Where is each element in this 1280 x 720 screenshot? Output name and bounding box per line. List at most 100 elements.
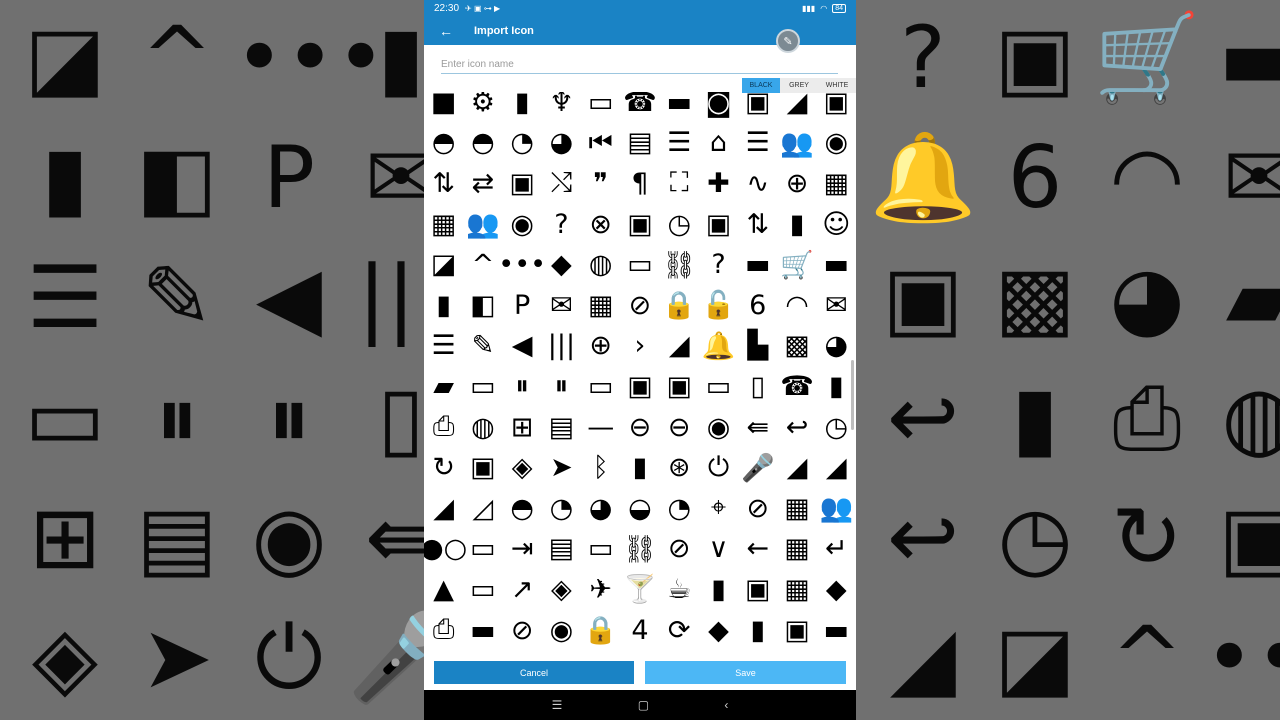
icon-grid-item[interactable]: ↵: [817, 529, 856, 570]
icon-grid-item[interactable]: ✈: [581, 569, 620, 610]
icon-grid-item[interactable]: ⊘: [738, 488, 777, 529]
icon-grid-item[interactable]: ⟳: [660, 610, 699, 651]
icon-grid-item[interactable]: ▬: [738, 650, 777, 654]
icon-grid-item[interactable]: ▣: [463, 447, 502, 488]
icon-grid-item[interactable]: —: [581, 407, 620, 448]
icon-grid-item[interactable]: ◕: [542, 123, 581, 164]
icon-grid-item[interactable]: ◔: [503, 123, 542, 164]
icon-grid-item[interactable]: ◧: [463, 285, 502, 326]
icon-grid-item[interactable]: ¶: [620, 163, 659, 204]
save-button[interactable]: Save: [645, 661, 846, 684]
icon-grid-item[interactable]: ←: [738, 529, 777, 570]
icon-grid-item[interactable]: ▬: [620, 650, 659, 654]
icon-grid-item[interactable]: ☎: [620, 92, 659, 123]
icon-grid-item[interactable]: ▬: [660, 650, 699, 654]
icon-grid-item[interactable]: ◠: [777, 285, 816, 326]
icon-grid-item[interactable]: ›: [620, 326, 659, 367]
icon-grid-item[interactable]: ⊘: [660, 529, 699, 570]
icon-grid-item[interactable]: ⊕: [581, 326, 620, 367]
icon-grid-item[interactable]: ◕: [581, 488, 620, 529]
icon-grid-item[interactable]: ⏮: [581, 123, 620, 164]
arrow-back-icon[interactable]: ←: [424, 23, 468, 39]
icon-grid-item[interactable]: ▬: [542, 650, 581, 654]
icon-grid-item[interactable]: 🎤: [738, 447, 777, 488]
icon-grid-item[interactable]: ☎: [777, 366, 816, 407]
nav-back-icon[interactable]: ‹: [724, 698, 728, 712]
icon-grid-item[interactable]: ◍: [463, 407, 502, 448]
icon-grid-item[interactable]: ▬: [777, 650, 816, 654]
icon-grid-item[interactable]: ♆: [542, 92, 581, 123]
icon-grid-item[interactable]: ▭: [581, 366, 620, 407]
icon-grid-item[interactable]: ◢: [660, 326, 699, 367]
icon-grid-item[interactable]: ▣: [817, 92, 856, 123]
icon-name-input[interactable]: [441, 56, 838, 74]
icon-grid-item[interactable]: ▬: [424, 650, 463, 654]
icon-grid-item[interactable]: ?: [699, 244, 738, 285]
cancel-button[interactable]: Cancel: [434, 661, 634, 684]
icon-grid-item[interactable]: ▙: [738, 326, 777, 367]
icon-grid-item[interactable]: ◓: [424, 123, 463, 164]
icon-grid-item[interactable]: ✉: [817, 285, 856, 326]
icon-grid-item[interactable]: ▭: [699, 366, 738, 407]
icon-grid-item[interactable]: ▭: [463, 366, 502, 407]
icon-grid-item[interactable]: ⌖: [699, 488, 738, 529]
icon-grid-item[interactable]: ▬: [463, 650, 502, 654]
icon-grid-item[interactable]: ⏸: [503, 366, 542, 407]
icon-grid-item[interactable]: 👥: [463, 204, 502, 245]
icon-grid-item[interactable]: ▯: [738, 366, 777, 407]
icon-grid-item[interactable]: ▣: [738, 569, 777, 610]
icon-grid-item[interactable]: ▤: [620, 123, 659, 164]
edit-pencil-icon[interactable]: ✎: [776, 29, 800, 53]
icon-grid-item[interactable]: ▮: [777, 204, 816, 245]
icon-grid-item[interactable]: ▦: [581, 285, 620, 326]
color-option-black[interactable]: BLACK: [742, 78, 780, 93]
icon-grid-item[interactable]: ^: [463, 244, 502, 285]
icon-grid-item[interactable]: ◀: [503, 326, 542, 367]
icon-grid-item[interactable]: ☰: [424, 326, 463, 367]
icon-grid-item[interactable]: ▣: [620, 204, 659, 245]
icon-grid-item[interactable]: ▮: [424, 285, 463, 326]
icon-grid-item[interactable]: 👥: [817, 488, 856, 529]
icon-grid-item[interactable]: ▬: [817, 650, 856, 654]
icon-grid-item[interactable]: ◈: [503, 447, 542, 488]
icon-grid-item[interactable]: ◆: [542, 244, 581, 285]
icon-grid-item[interactable]: ▭: [463, 569, 502, 610]
icon-grid-item[interactable]: ▣: [738, 92, 777, 123]
icon-grid-item[interactable]: ◈: [542, 569, 581, 610]
icon-grid-item[interactable]: ☺: [817, 204, 856, 245]
color-option-grey[interactable]: GREY: [780, 78, 818, 93]
icon-grid-item[interactable]: ◓: [503, 488, 542, 529]
icon-grid-item[interactable]: 🔒: [660, 285, 699, 326]
icon-grid-item[interactable]: ▣: [620, 366, 659, 407]
icon-grid-item[interactable]: ▮: [503, 92, 542, 123]
icon-grid-item[interactable]: 🔓: [699, 285, 738, 326]
icon-grid-item[interactable]: ❞: [581, 163, 620, 204]
icon-grid-item[interactable]: 🔔: [699, 326, 738, 367]
icon-grid-item[interactable]: ✚: [699, 163, 738, 204]
icon-grid-item[interactable]: ◆: [699, 610, 738, 651]
icon-grid-item[interactable]: ◿: [463, 488, 502, 529]
icon-grid-item[interactable]: ⊖: [620, 407, 659, 448]
icon-grid-item[interactable]: ↗: [503, 569, 542, 610]
icon-grid-item[interactable]: ▦: [777, 529, 816, 570]
icon-grid-item[interactable]: ∨: [699, 529, 738, 570]
icon-grid-item[interactable]: ⊖: [660, 407, 699, 448]
icon-grid-item[interactable]: ◕: [817, 326, 856, 367]
icon-grid-item[interactable]: ◢: [817, 447, 856, 488]
icon-grid-item[interactable]: 🛒: [777, 244, 816, 285]
icon-grid-item[interactable]: ✉: [542, 285, 581, 326]
icon-grid-item[interactable]: ⇅: [424, 163, 463, 204]
icon-grid-item[interactable]: ⏸: [542, 366, 581, 407]
icon-grid-item[interactable]: ▬: [660, 92, 699, 123]
icon-grid-item[interactable]: ▣: [660, 366, 699, 407]
icon-grid-item[interactable]: ◉: [699, 407, 738, 448]
icon-grid-item[interactable]: ◷: [660, 204, 699, 245]
icon-grid-item[interactable]: ⊛: [660, 447, 699, 488]
icon-grid-item[interactable]: ▭: [463, 529, 502, 570]
icon-grid-item[interactable]: ◢: [777, 92, 816, 123]
icon-grid-item[interactable]: ᛒ: [581, 447, 620, 488]
icon-grid-item[interactable]: ■: [424, 92, 463, 123]
icon-grid-item[interactable]: ◍: [581, 244, 620, 285]
icon-grid-item[interactable]: ⛓: [620, 529, 659, 570]
nav-menu-icon[interactable]: ☰: [552, 698, 563, 712]
